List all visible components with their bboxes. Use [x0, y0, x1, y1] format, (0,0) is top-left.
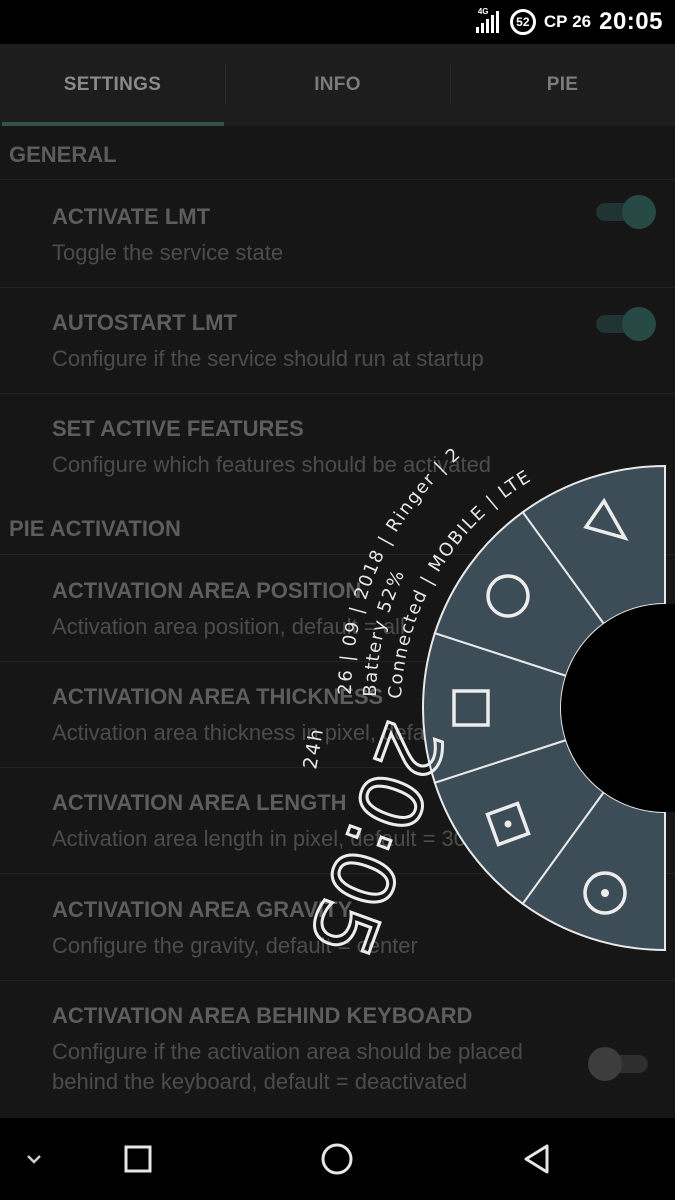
status-time: 20:05	[599, 8, 663, 35]
pref-title: ACTIVATION AREA POSITION	[52, 578, 362, 603]
home-button[interactable]	[306, 1118, 368, 1200]
pref-summary: Configure which features should be activ…	[52, 452, 492, 477]
hide-nav-button[interactable]	[14, 1118, 54, 1200]
signal-strength-icon: 4G	[475, 7, 502, 33]
tab-label: SETTINGS	[63, 74, 162, 95]
autostart-lmt-toggle[interactable]	[592, 307, 656, 341]
pref-autostart-lmt[interactable]: AUTOSTART LMT Configure if the service s…	[0, 307, 675, 410]
pref-title: ACTIVATION AREA LENGTH	[52, 790, 347, 815]
square-icon	[124, 1145, 152, 1173]
section-header-pie-activation: PIE ACTIVATION	[9, 516, 181, 541]
pref-divider	[0, 393, 675, 394]
navigation-bar	[0, 1118, 675, 1200]
pref-title: ACTIVATION AREA GRAVITY	[52, 897, 353, 922]
pref-summary: Configure if the service should run at s…	[52, 346, 484, 371]
pref-title: AUTOSTART LMT	[52, 310, 237, 335]
tab-label: INFO	[314, 74, 361, 95]
pref-divider	[0, 287, 675, 288]
pref-divider	[0, 980, 675, 981]
pref-summary: Toggle the service state	[52, 240, 284, 265]
battery-icon: 52	[509, 9, 536, 35]
pref-title: ACTIVATE LMT	[52, 204, 211, 229]
tab-settings[interactable]: SETTINGS	[0, 44, 225, 126]
triangle-back-icon	[524, 1144, 549, 1174]
tab-bar: SETTINGS INFO PIE	[0, 44, 675, 126]
battery-level: 52	[516, 15, 530, 29]
circle-icon	[321, 1143, 353, 1175]
behind-keyboard-toggle[interactable]	[588, 1047, 652, 1081]
pref-activation-area-behind-keyboard[interactable]: ACTIVATION AREA BEHIND KEYBOARD Configur…	[0, 1003, 675, 1118]
tab-info[interactable]: INFO	[225, 44, 450, 126]
pref-title: ACTIVATION AREA BEHIND KEYBOARD	[52, 1003, 473, 1028]
activate-lmt-toggle[interactable]	[592, 195, 656, 229]
status-date: СР 26	[543, 12, 592, 31]
pref-summary: Configure the gravity, default = center	[52, 933, 418, 958]
section-header-general: GENERAL	[9, 142, 117, 167]
pref-activate-lmt[interactable]: ACTIVATE LMT Toggle the service state	[0, 195, 675, 304]
pref-title: SET ACTIVE FEATURES	[52, 416, 304, 441]
back-button[interactable]	[506, 1118, 568, 1200]
section-divider	[0, 179, 675, 180]
pref-divider	[0, 661, 675, 662]
network-type: 4G	[477, 7, 489, 16]
pref-title: ACTIVATION AREA THICKNESS	[52, 684, 384, 709]
pref-summary: Configure if the activation area should …	[52, 1039, 523, 1094]
tab-label: PIE	[546, 74, 579, 95]
tab-pie[interactable]: PIE	[450, 44, 675, 126]
status-bar: 4G 52 СР 26 20:05	[0, 0, 675, 44]
recents-button[interactable]	[108, 1118, 168, 1200]
chevron-down-icon	[27, 1155, 41, 1164]
